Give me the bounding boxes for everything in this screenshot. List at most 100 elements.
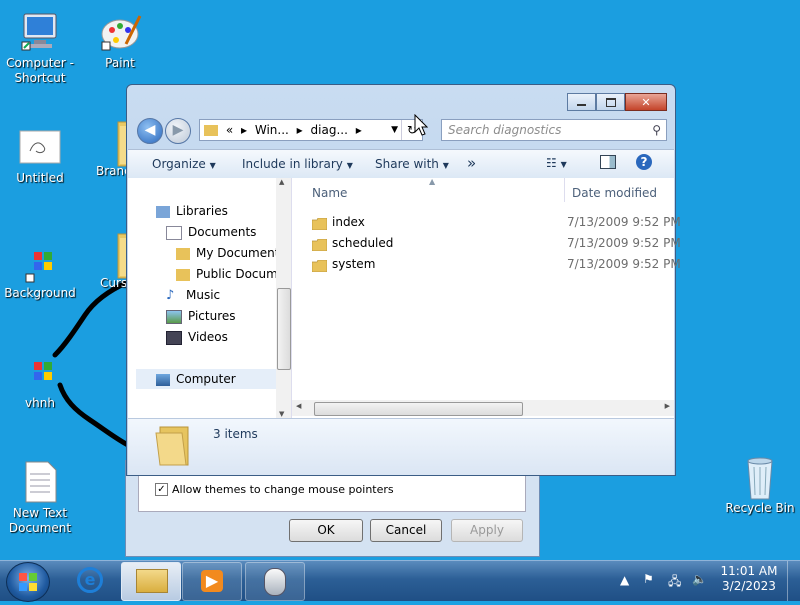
help-button[interactable]: ? <box>636 154 652 170</box>
folder-icon <box>311 216 328 231</box>
desktop-icon-background[interactable]: Background <box>0 240 80 301</box>
volume-muted-icon[interactable]: 🔈 <box>692 572 707 586</box>
list-horizontal-scrollbar[interactable]: ◀ ▶ <box>292 400 674 416</box>
nav-item-my-documents[interactable]: My Documents <box>176 243 276 263</box>
scroll-left-icon[interactable]: ◀ <box>296 402 301 410</box>
file-row[interactable]: index 7/13/2009 9:52 PM <box>311 212 681 232</box>
folder-icon <box>176 268 190 281</box>
allow-themes-checkbox[interactable]: ✓ <box>155 483 168 496</box>
folder-icon <box>311 237 328 252</box>
breadcrumb-separator[interactable]: ▸ <box>297 123 303 137</box>
breadcrumb-diagnostics[interactable]: diag... <box>311 123 348 137</box>
desktop-icon-new-text-document[interactable]: New Text Document <box>0 460 80 536</box>
nav-scroll-thumb[interactable] <box>277 288 291 370</box>
folder-icon <box>136 569 168 593</box>
minimize-button[interactable] <box>567 93 596 111</box>
navigation-pane: Libraries Documents My Documents Public … <box>128 178 292 418</box>
ok-button[interactable]: OK <box>289 519 363 542</box>
nav-item-libraries[interactable]: Libraries <box>156 201 228 221</box>
apply-button[interactable]: Apply <box>451 519 523 542</box>
chevron-down-icon: ▼ <box>209 161 216 170</box>
back-arrow-icon: ◀ <box>144 122 156 138</box>
taskbar-windows-explorer[interactable] <box>121 562 181 601</box>
taskbar-internet-explorer[interactable]: e <box>60 562 120 601</box>
navigation-bar: ◀ ▶ « ▸ Win... ▸ diag... ▸ ▼ ↻ Search di… <box>135 116 667 144</box>
start-button[interactable] <box>6 562 50 602</box>
column-header-date-modified[interactable]: Date modified <box>572 186 657 200</box>
preview-pane-button[interactable] <box>600 155 616 172</box>
share-label: Share with <box>375 157 439 171</box>
share-with-menu[interactable]: Share with ▼ <box>375 157 449 171</box>
back-button[interactable]: ◀ <box>137 118 163 144</box>
nav-item-computer[interactable]: Computer <box>136 369 276 389</box>
forward-button[interactable]: ▶ <box>165 118 191 144</box>
windows-logo-icon <box>18 240 62 284</box>
action-center-flag-icon[interactable]: ⚑ <box>643 572 654 586</box>
nav-label: Computer <box>176 372 236 386</box>
nav-item-documents[interactable]: Documents <box>166 222 256 242</box>
desktop-icon-paint[interactable]: Paint <box>80 10 160 71</box>
list-scroll-thumb[interactable] <box>314 402 523 416</box>
folder-icon <box>311 258 328 273</box>
clock[interactable]: 11:01 AM 3/2/2023 <box>716 564 782 594</box>
include-in-library-menu[interactable]: Include in library ▼ <box>242 157 353 171</box>
help-icon: ? <box>636 154 652 170</box>
folder-icon <box>204 125 218 136</box>
breadcrumb-overflow[interactable]: « <box>226 123 233 137</box>
desktop-icon-untitled[interactable]: Untitled <box>0 125 80 186</box>
desktop-icon-label: Computer - Shortcut <box>6 56 74 85</box>
search-input[interactable]: Search diagnostics ⚲ <box>441 119 667 141</box>
nav-label: Pictures <box>188 309 236 323</box>
desktop-icon-label: Untitled <box>16 171 64 185</box>
maximize-button[interactable] <box>596 93 625 111</box>
file-date: 7/13/2009 9:52 PM <box>567 257 681 271</box>
desktop-icon-computer-shortcut[interactable]: Computer - Shortcut <box>0 10 80 86</box>
breadcrumb-separator[interactable]: ▸ <box>241 123 247 137</box>
show-desktop-button[interactable] <box>787 561 800 601</box>
nav-item-music[interactable]: ♪ Music <box>166 285 220 305</box>
nav-item-videos[interactable]: Videos <box>166 327 228 347</box>
file-name: index <box>332 215 365 229</box>
computer-icon <box>18 10 62 54</box>
address-bar[interactable]: « ▸ Win... ▸ diag... ▸ ▼ ↻ <box>199 119 423 141</box>
file-date: 7/13/2009 9:52 PM <box>567 215 681 229</box>
desktop-icon-recycle-bin[interactable]: Recycle Bin <box>720 455 800 516</box>
nav-label: My Documents <box>196 246 276 260</box>
network-icon[interactable]: 🖧 <box>668 572 681 593</box>
file-row[interactable]: scheduled 7/13/2009 9:52 PM <box>311 233 681 253</box>
breadcrumb-windows[interactable]: Win... <box>255 123 289 137</box>
content-area: Libraries Documents My Documents Public … <box>128 177 681 418</box>
change-view-button[interactable]: ☷ ▼ <box>546 156 567 170</box>
cancel-button[interactable]: Cancel <box>370 519 442 542</box>
close-button[interactable]: ✕ <box>625 93 667 111</box>
file-name: system <box>332 257 376 271</box>
command-bar: Organize ▼ Include in library ▼ Share wi… <box>128 149 674 179</box>
taskbar-media-player[interactable]: ▶ <box>182 562 242 601</box>
scroll-up-icon[interactable]: ▲ <box>279 178 284 186</box>
desktop-icon-label: Recycle Bin <box>725 501 795 515</box>
column-header-name[interactable]: Name <box>312 186 347 200</box>
file-row[interactable]: system 7/13/2009 9:52 PM <box>311 254 681 274</box>
pictures-icon <box>166 309 182 324</box>
scroll-right-icon[interactable]: ▶ <box>665 402 670 410</box>
show-hidden-icons-button[interactable]: ▲ <box>620 573 629 587</box>
scroll-down-icon[interactable]: ▼ <box>279 410 284 418</box>
nav-label: Libraries <box>176 204 228 218</box>
taskbar-mouse-properties[interactable] <box>245 562 305 601</box>
breadcrumb-separator[interactable]: ▸ <box>356 123 362 137</box>
details-pane: 3 items <box>128 418 674 475</box>
chevron-down-icon: ▼ <box>346 161 353 170</box>
videos-icon <box>166 330 182 345</box>
nav-item-public-documents[interactable]: Public Documents <box>176 264 276 284</box>
more-commands-button[interactable]: » <box>467 154 476 172</box>
address-dropdown-icon[interactable]: ▼ <box>391 120 398 140</box>
desktop-icon-vhnh[interactable]: vhnh <box>0 350 80 411</box>
organize-menu[interactable]: Organize ▼ <box>152 157 216 171</box>
item-count: 3 items <box>213 427 258 441</box>
column-divider <box>564 178 565 202</box>
file-name: scheduled <box>332 236 394 250</box>
desktop-icon-label: New Text Document <box>8 506 72 535</box>
nav-item-pictures[interactable]: Pictures <box>166 306 236 326</box>
file-date: 7/13/2009 9:52 PM <box>567 236 681 250</box>
nav-vertical-scrollbar[interactable]: ▲ ▼ <box>276 178 291 418</box>
